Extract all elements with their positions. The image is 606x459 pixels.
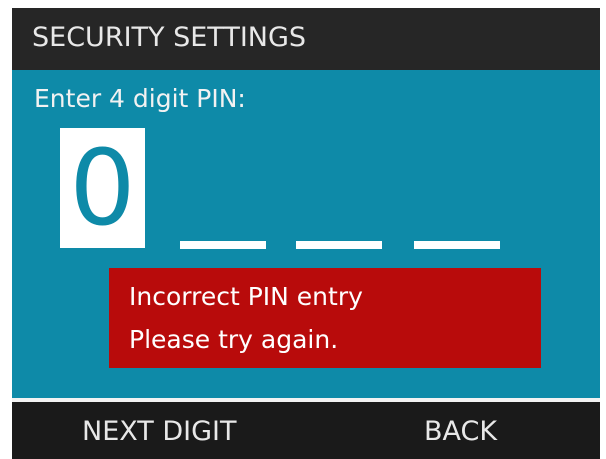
softkey-bar: NEXT DIGIT BACK bbox=[12, 402, 600, 459]
error-message-line-1: Incorrect PIN entry bbox=[129, 282, 363, 311]
pin-digit-active[interactable]: 0 bbox=[60, 128, 145, 248]
device-screen: SECURITY SETTINGS Enter 4 digit PIN: 0 I… bbox=[12, 8, 600, 459]
pin-digit-slot-3 bbox=[296, 241, 382, 249]
back-softkey[interactable]: BACK bbox=[424, 416, 497, 447]
pin-digit-slot-4 bbox=[414, 241, 500, 249]
error-message-line-2: Please try again. bbox=[129, 325, 339, 354]
pin-digit-slot-2 bbox=[180, 241, 266, 249]
screen-header: SECURITY SETTINGS bbox=[12, 8, 600, 70]
screen-title: SECURITY SETTINGS bbox=[32, 22, 307, 53]
pin-prompt: Enter 4 digit PIN: bbox=[34, 84, 246, 113]
pin-entry-panel: Enter 4 digit PIN: 0 Incorrect PIN entry… bbox=[12, 70, 600, 398]
error-message-box: Incorrect PIN entry Please try again. bbox=[109, 268, 541, 368]
next-digit-softkey[interactable]: NEXT DIGIT bbox=[82, 416, 237, 447]
